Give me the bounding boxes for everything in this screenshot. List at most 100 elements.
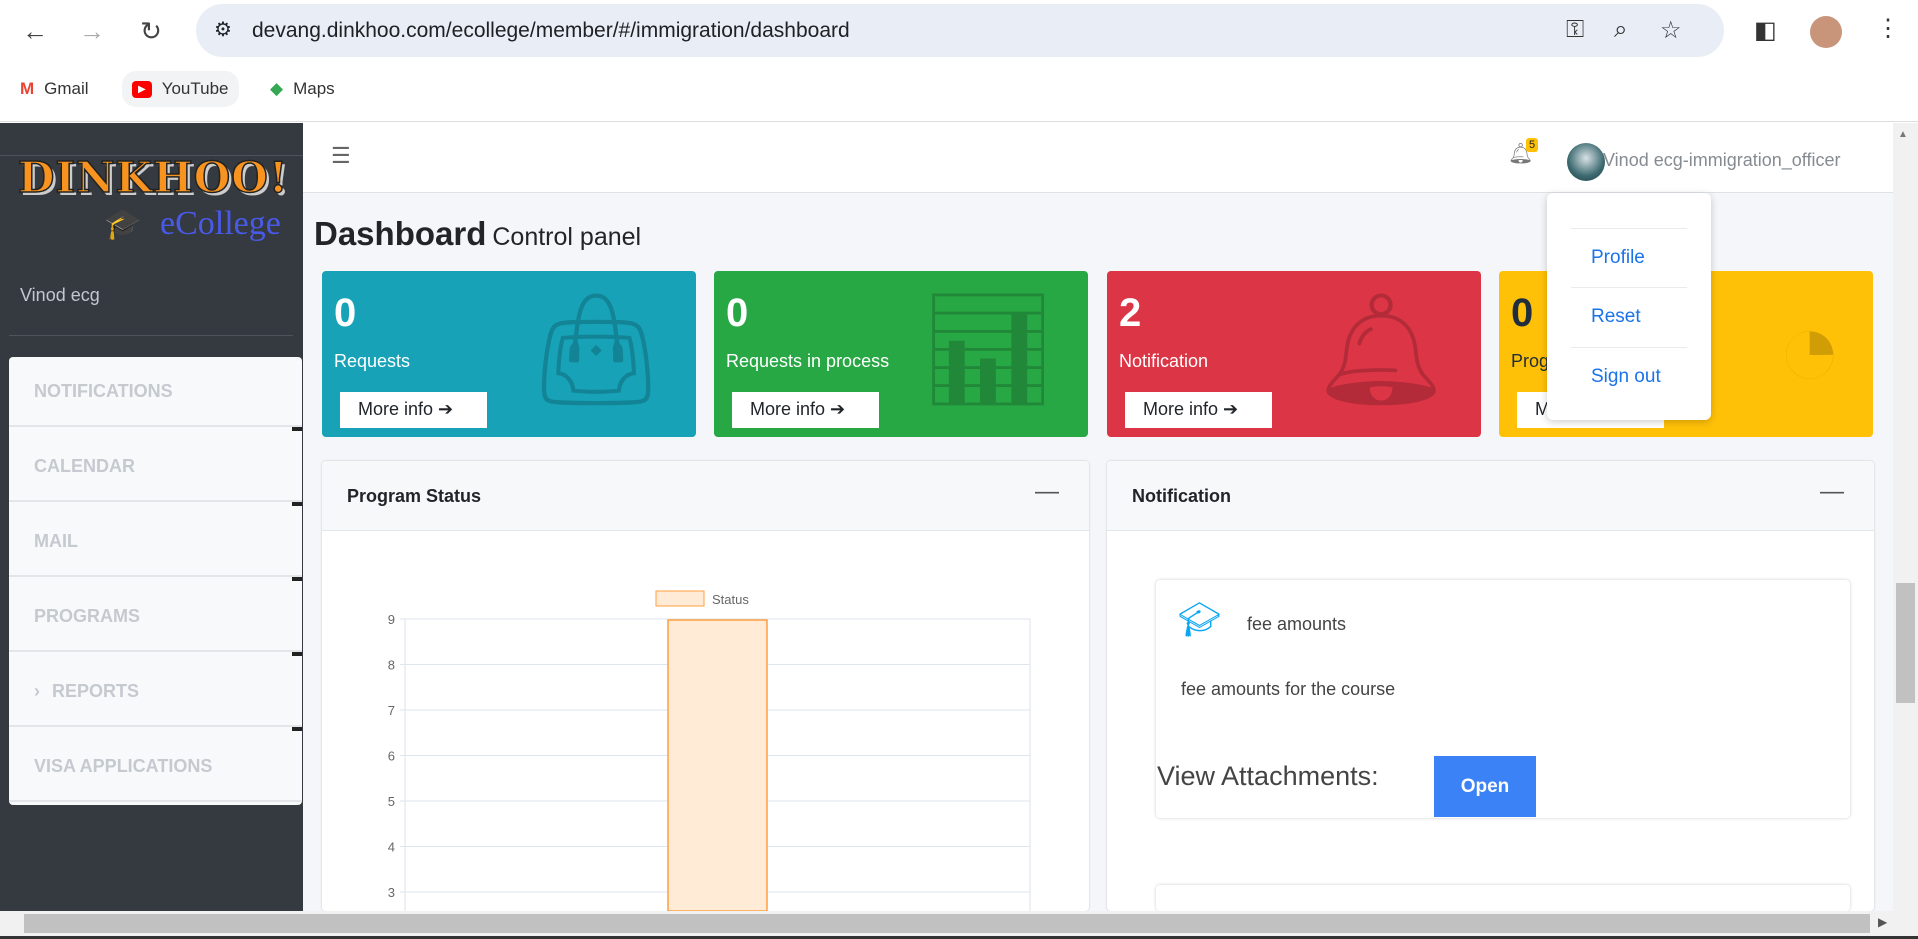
notification-title: fee amounts [1247, 614, 1347, 634]
browser-toolbar: ← → ↻ ⚙ devang.dinkhoo.com/ecollege/memb… [0, 0, 1918, 61]
box-label: Notification [1119, 351, 1209, 371]
back-icon[interactable]: ← [18, 14, 52, 48]
zoom-icon[interactable]: ⌕ [1614, 16, 1627, 44]
legend-swatch [655, 590, 705, 607]
sidebar-item-visa-applications[interactable]: VISA APPLICATIONS [9, 732, 302, 802]
sidebar-username[interactable]: Vinod ecg [20, 285, 100, 306]
divider [1571, 347, 1687, 348]
sidebar-item-label: MAIL [34, 531, 78, 551]
menu-dots-icon[interactable]: ⋮ [1876, 14, 1900, 43]
legend-label[interactable]: Status [712, 592, 749, 607]
youtube-icon: ▶ [132, 80, 152, 98]
graduation-cap-icon: 🎓 [104, 208, 142, 241]
forward-icon[interactable]: → [75, 14, 109, 48]
page-title: Dashboard Control panel [314, 215, 641, 253]
notification-item [1156, 885, 1850, 911]
sidebar-item-notifications[interactable]: NOTIFICATIONS [9, 357, 302, 431]
scroll-up-icon[interactable]: ▲ [1898, 129, 1908, 140]
user-menu-toggle[interactable]: Vinod ecg-immigration_officer [1603, 150, 1840, 171]
url-text[interactable]: devang.dinkhoo.com/ecollege/member/#/imm… [252, 19, 850, 43]
page-title-text: Dashboard [314, 215, 487, 252]
address-bar[interactable]: ⚙ devang.dinkhoo.com/ecollege/member/#/i… [196, 4, 1724, 57]
sidebar-item-programs[interactable]: PROGRAMS [9, 582, 302, 656]
page-subtitle: Control panel [492, 223, 642, 251]
sidebar-item-label: VISA APPLICATIONS [34, 756, 213, 776]
sidebar-item-label: REPORTS [52, 681, 140, 701]
divider [9, 335, 293, 336]
more-info-button[interactable]: More info ➔ [340, 392, 487, 428]
y-tick-label: 8 [388, 658, 395, 673]
profile-avatar[interactable] [1810, 16, 1842, 48]
scroll-right-icon[interactable]: ▶ [1878, 915, 1887, 929]
top-navbar: ☰ 🔔︎ 5 Vinod ecg-immigration_officer [303, 123, 1893, 193]
box-label: Requests in process [726, 351, 890, 371]
graduation-cap-icon: 🎓︎ [1178, 601, 1222, 639]
bar-chart-icon: 📊︎ [918, 288, 1058, 411]
divider [1571, 287, 1687, 288]
requests-box: 0 Requests 👜︎ More info ➔ [322, 271, 696, 437]
vertical-scrollbar[interactable]: ▲ [1893, 123, 1918, 911]
user-dropdown-menu: Profile Reset Sign out [1547, 193, 1711, 420]
bookmark-maps[interactable]: ◆ Maps [270, 79, 335, 99]
sidebar-menu: NOTIFICATIONS CALENDAR MAIL PROGRAMS › RE… [9, 357, 302, 805]
notification-card: Notification — 🎓︎ fee amounts fee amounts… [1107, 461, 1874, 911]
box-value: 0 [726, 291, 749, 335]
card-title: Notification [1132, 486, 1231, 506]
notification-body: fee amounts for the course [1181, 679, 1396, 699]
box-value: 0 [1511, 291, 1534, 335]
sidebar-item-label: PROGRAMS [34, 606, 141, 626]
chevron-right-icon: › [34, 681, 40, 701]
sidebar: DINKHOO! 🎓 eCollege Vinod ecg NOTIFICATI… [0, 123, 303, 911]
requests-in-process-box: 0 Requests in process 📊︎ More info ➔ [714, 271, 1088, 437]
bookmark-label: Maps [293, 79, 335, 98]
program-status-card: Program Status — 9 8 7 6 5 4 3 Status [322, 461, 1089, 911]
logo[interactable]: DINKHOO! [17, 152, 288, 203]
user-avatar[interactable] [1567, 143, 1605, 181]
y-tick-label: 7 [388, 703, 395, 718]
horizontal-scrollbar[interactable]: ▶ [0, 911, 1918, 936]
bell-icon: 🔔︎ [1311, 288, 1451, 411]
bookmark-label: Gmail [44, 79, 89, 98]
key-icon[interactable]: ⚿ [1566, 16, 1584, 44]
star-icon[interactable]: ☆ [1660, 16, 1682, 45]
bar[interactable] [667, 619, 768, 911]
collapse-icon[interactable]: — [1820, 478, 1844, 506]
site-settings-icon[interactable]: ⚙ [214, 17, 232, 42]
card-title: Program Status [347, 486, 482, 506]
open-attachment-button[interactable]: Open [1434, 756, 1536, 817]
profile-menu-item[interactable]: Profile [1591, 247, 1645, 269]
notification-badge: 5 [1526, 138, 1539, 152]
box-value: 2 [1119, 291, 1142, 335]
shopping-bag-icon: 👜︎ [526, 288, 666, 411]
sidebar-item-mail[interactable]: MAIL [9, 507, 302, 581]
pie-chart-icon: ◔ [1776, 287, 1843, 410]
collapse-icon[interactable]: — [1035, 478, 1059, 506]
reload-icon[interactable]: ↻ [134, 14, 168, 48]
y-tick-label: 5 [388, 794, 395, 809]
scrollbar-thumb[interactable] [24, 914, 1870, 933]
reset-menu-item[interactable]: Reset [1591, 306, 1641, 328]
attachments-label: View Attachments: [1157, 761, 1379, 791]
sidebar-item-label: NOTIFICATIONS [34, 381, 173, 401]
bookmarks-bar: M Gmail ▶ YouTube ◆ Maps [0, 61, 1918, 122]
divider [1571, 228, 1687, 229]
bookmark-gmail[interactable]: M Gmail [20, 79, 89, 99]
gmail-icon: M [20, 79, 35, 98]
bookmark-youtube[interactable]: ▶ YouTube [122, 71, 239, 107]
logo-subtitle: eCollege [160, 205, 281, 242]
sidebar-item-calendar[interactable]: CALENDAR [9, 432, 302, 506]
side-panel-icon[interactable]: ◧ [1754, 16, 1777, 45]
y-tick-label: 3 [388, 885, 395, 900]
more-info-button[interactable]: More info ➔ [1125, 392, 1272, 428]
bookmark-label: YouTube [161, 79, 229, 98]
sidebar-item-reports[interactable]: › REPORTS [9, 657, 302, 731]
hamburger-menu-icon[interactable]: ☰ [331, 143, 351, 169]
sidebar-item-label: CALENDAR [34, 456, 135, 476]
more-info-button[interactable]: More info ➔ [732, 392, 879, 428]
scrollbar-thumb[interactable] [1896, 583, 1915, 703]
maps-icon: ◆ [270, 79, 284, 98]
sign-out-menu-item[interactable]: Sign out [1591, 366, 1661, 388]
box-value: 0 [334, 291, 357, 335]
y-tick-label: 9 [388, 612, 395, 627]
notification-item: 🎓︎ fee amounts fee amounts for the cours… [1156, 580, 1850, 818]
